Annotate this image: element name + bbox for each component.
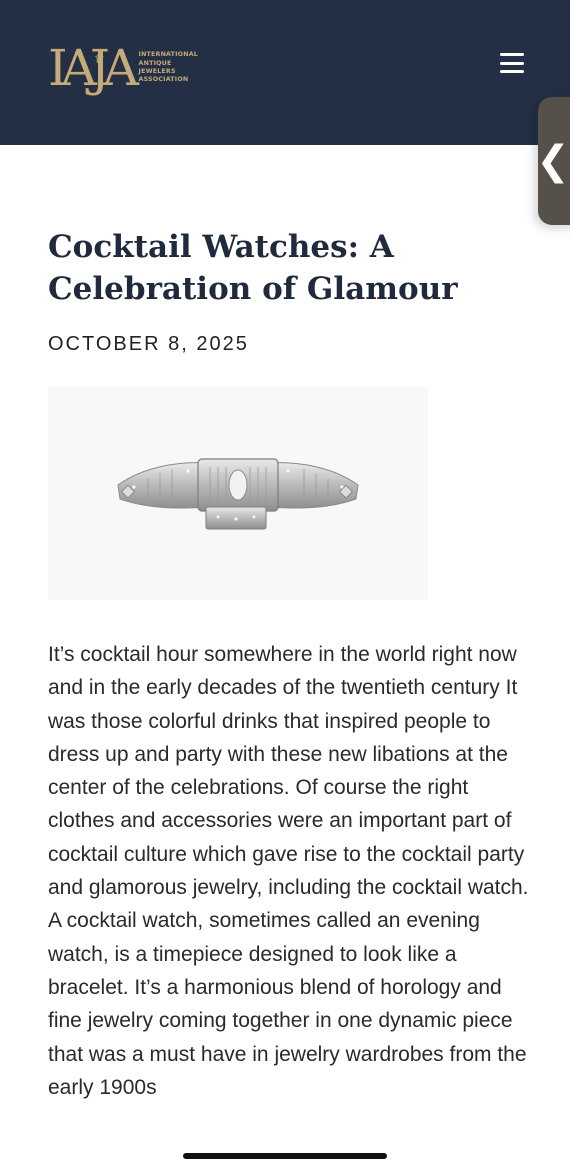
article-body: It’s cocktail hour somewhere in the worl… (48, 643, 529, 1099)
menu-bar (500, 70, 524, 73)
hamburger-menu-icon[interactable] (498, 50, 526, 76)
logo-wordmark: INTERNATIONAL ANTIQUE JEWELERS ASSOCIATI… (139, 51, 198, 84)
cocktail-watch-image (117, 458, 359, 530)
menu-bar (500, 53, 524, 56)
article-date: OCTOBER 8, 2025 (48, 333, 249, 355)
iaja-logo[interactable]: IAJA ♛ INTERNATIONAL ANTIQUE JEWELERS AS… (48, 34, 198, 102)
logo-line-4: ASSOCIATION (138, 76, 189, 84)
logo-mark: IAJA ♛ (48, 34, 139, 102)
menu-bar (500, 61, 524, 65)
home-indicator[interactable] (183, 1153, 387, 1159)
chevron-left-icon: ❮ (536, 138, 570, 184)
side-panel-toggle[interactable]: ❮ (536, 97, 570, 225)
site-header: IAJA ♛ INTERNATIONAL ANTIQUE JEWELERS AS… (0, 0, 570, 145)
article-title: Cocktail Watches: A Celebration of Glamo… (48, 229, 458, 307)
logo-monogram: IAJA (48, 39, 139, 97)
logo-line-3: JEWELERS (138, 68, 176, 75)
logo-line-2: ANTIQUE (138, 59, 172, 67)
logo-line-1: INTERNATIONAL (138, 51, 198, 59)
crown-icon: ♛ (94, 52, 105, 66)
article-image (48, 387, 428, 600)
